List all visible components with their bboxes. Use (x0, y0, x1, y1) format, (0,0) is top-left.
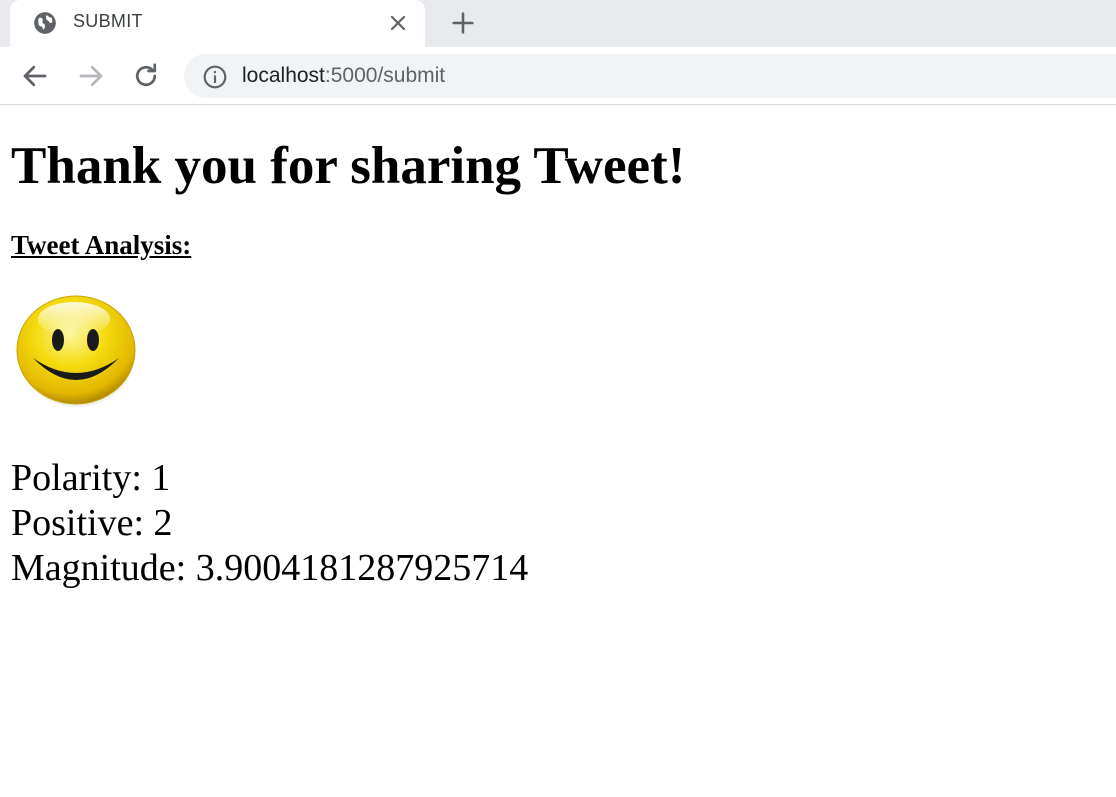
tab-submit[interactable]: SUBMIT (10, 0, 425, 47)
url-path: :5000/submit (324, 64, 446, 87)
metric-value: 1 (151, 457, 171, 499)
address-bar[interactable]: localhost:5000/submit (184, 54, 1116, 98)
browser-toolbar: localhost:5000/submit (0, 47, 1116, 105)
reload-icon[interactable] (131, 61, 161, 91)
metric-label: Positive: (11, 502, 145, 544)
smiley-face-icon (16, 295, 136, 407)
url-host: localhost (242, 64, 325, 87)
tab-strip: SUBMIT (0, 0, 1116, 47)
back-arrow-icon[interactable] (20, 61, 50, 91)
close-tab-icon[interactable] (386, 11, 410, 35)
metric-polarity: Polarity: 1 (11, 456, 528, 501)
page-title: Thank you for sharing Tweet! (11, 137, 686, 195)
metric-label: Polarity: (11, 457, 142, 499)
new-tab-icon[interactable] (449, 9, 477, 37)
metric-positive: Positive: 2 (11, 501, 528, 546)
metric-label: Magnitude: (11, 547, 187, 589)
forward-arrow-icon[interactable] (76, 61, 106, 91)
url-text: localhost:5000/submit (242, 64, 445, 88)
tab-title: SUBMIT (73, 11, 143, 31)
globe-icon (34, 12, 56, 34)
metric-value: 2 (153, 502, 173, 544)
metric-magnitude: Magnitude: 3.9004181287925714 (11, 546, 528, 591)
metrics-list: Polarity: 1 Positive: 2 Magnitude: 3.900… (11, 456, 528, 591)
analysis-heading: Tweet Analysis: (11, 230, 192, 260)
metric-value: 3.9004181287925714 (195, 547, 529, 589)
browser-chrome: SUBMIT localhost:5000/submit (0, 0, 1116, 105)
info-icon[interactable] (202, 64, 228, 90)
